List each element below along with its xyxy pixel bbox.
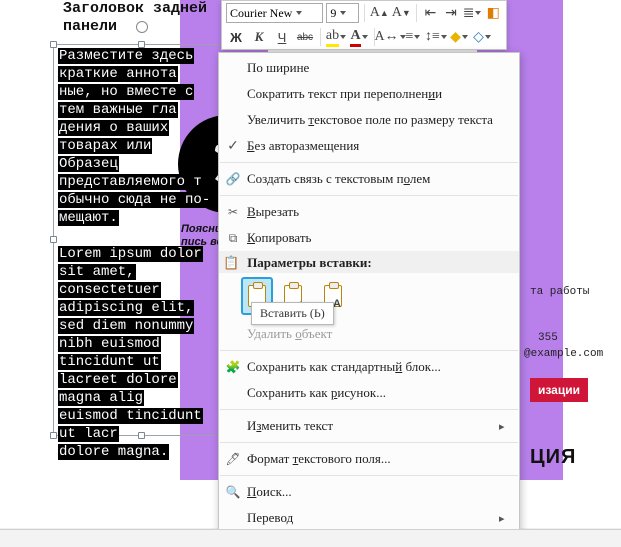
app-canvas: Заголовок задней панели Поясни пись во Р… [0, 0, 621, 547]
menu-create-link[interactable]: 🔗Создать связь с текстовым полем [219, 166, 519, 192]
bold-button[interactable]: Ж [226, 27, 246, 47]
text-box-selected[interactable]: Разместите здесь краткие аннотаные, но в… [53, 44, 231, 436]
info-email: @example.com [524, 348, 603, 360]
info-phone: 355 [538, 332, 558, 344]
align-menu-button[interactable]: ≣ [463, 3, 482, 23]
menu-save-as-block[interactable]: 🧩Сохранить как стандартный блок... [219, 354, 519, 380]
org-heading: ЦИЯ [530, 446, 576, 469]
menu-cut[interactable]: ✂Вырезать [219, 199, 519, 225]
styles-button[interactable]: ◧ [484, 3, 502, 23]
font-size-select[interactable]: 9 [326, 3, 359, 23]
context-menu: По ширине Сократить текст при переполнен… [218, 52, 520, 547]
resize-handle[interactable] [50, 236, 57, 243]
shrink-font-button[interactable]: A▼ [392, 3, 411, 23]
highlight-color-button[interactable]: ab [326, 27, 346, 47]
menu-paste-options-header: 📋Параметры вставки: [219, 251, 519, 273]
line-spacing-button[interactable]: ↕≡ [426, 27, 446, 47]
italic-button[interactable]: К [249, 27, 269, 47]
resize-handle[interactable] [50, 41, 57, 48]
link-icon: 🔗 [219, 172, 247, 186]
format-icon: 🖊 [219, 452, 247, 466]
menu-no-autofit[interactable]: Без авторазмещения [219, 133, 519, 159]
info-line: та работы [530, 286, 589, 298]
copy-icon: ⧉ [219, 231, 247, 246]
rotate-handle[interactable] [136, 21, 148, 33]
increase-indent-button[interactable]: ⇥ [442, 3, 460, 23]
decrease-indent-button[interactable]: ⇤ [422, 3, 440, 23]
scissors-icon: ✂ [219, 205, 247, 219]
text-box-content[interactable]: Разместите здесь краткие аннотаные, но в… [58, 47, 226, 461]
menu-format-textbox[interactable]: 🖊Формат текстового поля... [219, 446, 519, 472]
panel-title: Заголовок задней панели [63, 0, 207, 36]
strike-button[interactable]: abc [295, 27, 315, 47]
grow-font-button[interactable]: A▲ [370, 3, 389, 23]
bullets-button[interactable]: ≡ [403, 27, 423, 47]
menu-translate[interactable]: Перевод▸ [219, 505, 519, 531]
menu-grow-box[interactable]: Увеличить текстовое поле по размеру текс… [219, 107, 519, 133]
menu-find[interactable]: 🔍Поиск... [219, 479, 519, 505]
mini-toolbar: Courier New 9 A▲ A▼ ⇤ ⇥ ≣ ◧ Ж К Ч abc ab… [221, 0, 507, 50]
menu-by-width[interactable]: По ширине [219, 55, 519, 81]
fill-color-button[interactable]: ◆ [449, 27, 469, 47]
org-button[interactable]: изации [530, 378, 588, 402]
building-block-icon: 🧩 [219, 360, 247, 374]
font-family-select[interactable]: Courier New [226, 3, 323, 23]
font-color-button[interactable]: A [349, 27, 369, 47]
resize-handle[interactable] [50, 432, 57, 439]
menu-save-as-picture[interactable]: Сохранить как рисунок... [219, 380, 519, 406]
menu-edit-text[interactable]: Изменить текст▸ [219, 413, 519, 439]
status-bar [0, 529, 621, 547]
search-icon: 🔍 [219, 485, 247, 499]
menu-shrink-text[interactable]: Сократить текст при переполнении [219, 81, 519, 107]
outline-color-button[interactable]: ◇ [472, 27, 492, 47]
paste-icon: 📋 [223, 255, 239, 270]
menu-copy[interactable]: ⧉Копировать [219, 225, 519, 251]
paste-tooltip: Вставить (Ь) [251, 302, 334, 325]
underline-button[interactable]: Ч [272, 27, 292, 47]
char-spacing-button[interactable]: A↔ [380, 27, 400, 47]
